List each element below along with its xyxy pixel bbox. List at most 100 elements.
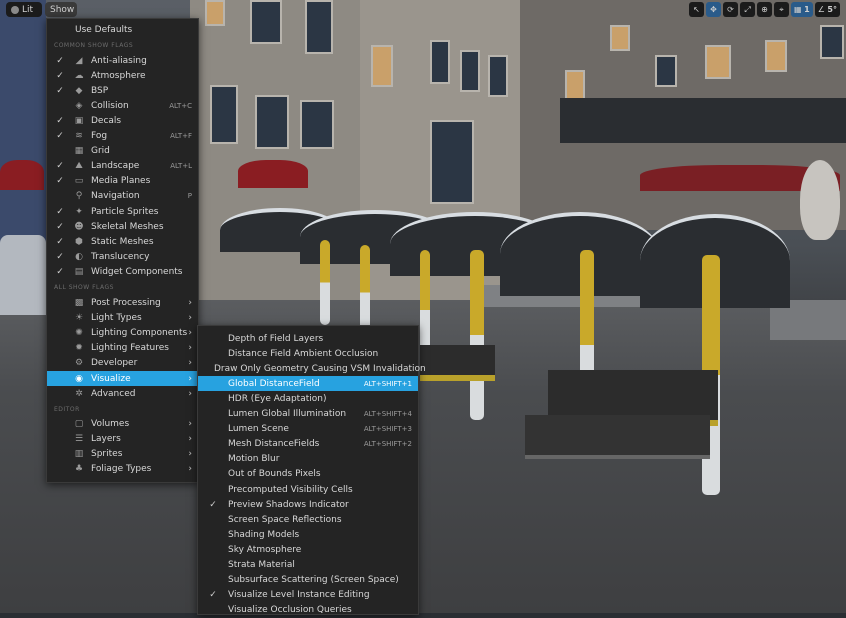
view-mode-button[interactable]: Lit <box>6 2 42 17</box>
window <box>565 70 585 100</box>
anti-aliasing-icon: ◢ <box>75 55 83 66</box>
menu-item-label: Developer <box>91 358 138 369</box>
menu-item-bsp[interactable]: ✓ ◆ BSP <box>47 83 198 98</box>
menu-item-static-meshes[interactable]: ✓ ⬢ Static Meshes <box>47 234 198 249</box>
window <box>460 50 480 92</box>
visualize-item-precomputed-visibility-cells[interactable]: Precomputed Visibility Cells <box>198 482 418 497</box>
visualize-item-mesh-distancefields[interactable]: Mesh DistanceFields ALT+SHIFT+2 <box>198 437 418 452</box>
grid-snap-value: 1 <box>804 5 810 14</box>
show-button[interactable]: Show <box>45 2 77 17</box>
visualize-item-sky-atmosphere[interactable]: Sky Atmosphere <box>198 542 418 557</box>
menu-item-particle-sprites[interactable]: ✓ ✦ Particle Sprites <box>47 204 198 219</box>
scale-icon[interactable]: ⤢ <box>740 2 756 17</box>
menu-item-skeletal-meshes[interactable]: ✓ ☻ Skeletal Meshes <box>47 219 198 234</box>
menu-item-navigation[interactable]: ⚲ Navigation P <box>47 189 198 204</box>
shortcut-label: ALT+SHIFT+3 <box>363 425 412 434</box>
select-icon[interactable]: ↖ <box>689 2 705 17</box>
menu-item-lighting-features[interactable]: ✹ Lighting Features › <box>47 341 198 356</box>
menu-item-layers[interactable]: ☰ Layers › <box>47 431 198 446</box>
visualize-item-distance-field-ambient-occlusion[interactable]: Distance Field Ambient Occlusion <box>198 346 418 361</box>
menu-item-label: Skeletal Meshes <box>91 221 164 232</box>
building-far-left <box>0 0 46 260</box>
visualize-item-out-of-bounds-pixels[interactable]: Out of Bounds Pixels <box>198 467 418 482</box>
menu-item-label: Landscape <box>91 161 140 172</box>
rotate-icon[interactable]: ⟳ <box>723 2 739 17</box>
window <box>205 0 225 26</box>
menu-item-atmosphere[interactable]: ✓ ☁ Atmosphere <box>47 68 198 83</box>
menu-item-label: Screen Space Reflections <box>228 514 342 525</box>
menu-item-label: Sky Atmosphere <box>228 544 302 555</box>
menu-item-advanced[interactable]: ✲ Advanced › <box>47 386 198 401</box>
window <box>655 55 677 87</box>
lighting-components-icon: ✺ <box>75 327 83 338</box>
visualize-item-visualize-level-instance-editing[interactable]: ✓ Visualize Level Instance Editing <box>198 588 418 603</box>
menu-item-volumes[interactable]: ▢ Volumes › <box>47 416 198 431</box>
visualize-item-subsurface-scattering-screen-space[interactable]: Subsurface Scattering (Screen Space) <box>198 573 418 588</box>
menu-item-post-processing[interactable]: ▩ Post Processing › <box>47 295 198 310</box>
menu-item-lighting-components[interactable]: ✺ Lighting Components › <box>47 325 198 340</box>
menu-item-label: Decals <box>91 115 122 126</box>
visualize-item-preview-shadows-indicator[interactable]: ✓ Preview Shadows Indicator <box>198 497 418 512</box>
show-button-label: Show <box>50 4 75 15</box>
window <box>255 95 289 149</box>
menu-item-label: Visualize Occlusion Queries <box>228 605 352 616</box>
menu-item-label: Particle Sprites <box>91 206 159 217</box>
menu-item-foliage-types[interactable]: ♣ Foliage Types › <box>47 462 198 477</box>
shortcut-label: ALT+F <box>170 132 192 140</box>
developer-icon: ⚙ <box>74 358 84 369</box>
menu-item-visualize[interactable]: ◉ Visualize › <box>47 371 198 386</box>
menu-item-label: Lighting Components <box>91 327 188 338</box>
chevron-right-icon: › <box>188 388 192 399</box>
checkmark-icon: ✓ <box>56 85 64 96</box>
visualize-item-shading-models[interactable]: Shading Models <box>198 527 418 542</box>
menu-item-label: Strata Material <box>228 560 295 570</box>
parked-car <box>0 235 46 315</box>
visualize-item-screen-space-reflections[interactable]: Screen Space Reflections <box>198 512 418 527</box>
visualize-item-depth-of-field-layers[interactable]: Depth of Field Layers <box>198 331 418 346</box>
visualize-item-hdr-eye-adaptation[interactable]: HDR (Eye Adaptation) <box>198 391 418 406</box>
visualize-item-lumen-scene[interactable]: Lumen Scene ALT+SHIFT+3 <box>198 422 418 437</box>
menu-item-decals[interactable]: ✓ ▣ Decals <box>47 113 198 128</box>
grid-snap-button[interactable]: ▦ 1 <box>791 2 813 17</box>
translate-icon[interactable]: ✥ <box>706 2 722 17</box>
decals-icon: ▣ <box>74 115 84 126</box>
menu-item-collision[interactable]: ◈ Collision ALT+C <box>47 98 198 113</box>
use-defaults-item[interactable]: Use Defaults <box>47 22 198 37</box>
visualize-item-lumen-global-illumination[interactable]: Lumen Global Illumination ALT+SHIFT+4 <box>198 407 418 422</box>
visualize-item-motion-blur[interactable]: Motion Blur <box>198 452 418 467</box>
window <box>371 45 393 87</box>
menu-item-fog[interactable]: ✓ ≋ Fog ALT+F <box>47 129 198 144</box>
menu-item-media-planes[interactable]: ✓ ▭ Media Planes <box>47 174 198 189</box>
visualize-item-strata-material[interactable]: Strata Material <box>198 558 418 573</box>
bsp-icon: ◆ <box>75 85 83 96</box>
menu-item-anti-aliasing[interactable]: ✓ ◢ Anti-aliasing <box>47 53 198 68</box>
menu-item-sprites[interactable]: ▥ Sprites › <box>47 446 198 461</box>
lit-icon <box>11 5 19 14</box>
lighting-features-icon: ✹ <box>75 343 83 354</box>
menu-item-label: Media Planes <box>91 176 151 187</box>
menu-item-widget-components[interactable]: ✓ ▤ Widget Components <box>47 264 198 279</box>
visualize-item-global-distancefield[interactable]: Global DistanceField ALT+SHIFT+1 <box>198 376 418 392</box>
surface-snap-icon[interactable]: ⌖ <box>774 2 790 17</box>
visualize-item-draw-only-geometry-causing-vsm-invalidation[interactable]: Draw Only Geometry Causing VSM Invalidat… <box>198 361 426 376</box>
skeletal-meshes-icon: ☻ <box>74 221 84 232</box>
checkmark-icon: ✓ <box>56 206 64 217</box>
menu-item-label: Grid <box>91 146 110 157</box>
menu-item-grid[interactable]: ▦ Grid <box>47 144 198 159</box>
rotation-snap-button[interactable]: ∠ 5° <box>814 2 840 17</box>
chevron-right-icon: › <box>188 297 192 308</box>
visualize-item-visualize-occlusion-queries[interactable]: Visualize Occlusion Queries <box>198 603 418 618</box>
chevron-right-icon: › <box>188 464 192 475</box>
world-local-icon[interactable]: ⊕ <box>757 2 773 17</box>
menu-item-landscape[interactable]: ✓ ⛰ Landscape ALT+L <box>47 159 198 174</box>
use-defaults-label: Use Defaults <box>75 24 133 35</box>
particle-sprites-icon: ✦ <box>75 206 83 217</box>
menu-item-label: Distance Field Ambient Occlusion <box>228 348 379 359</box>
window <box>430 40 450 84</box>
menu-item-translucency[interactable]: ✓ ◐ Translucency <box>47 249 198 264</box>
menu-item-light-types[interactable]: ☀ Light Types › <box>47 310 198 325</box>
canopy-pole <box>470 250 484 420</box>
bench <box>420 345 495 381</box>
chevron-right-icon: › <box>188 448 192 459</box>
menu-item-developer[interactable]: ⚙ Developer › <box>47 356 198 371</box>
